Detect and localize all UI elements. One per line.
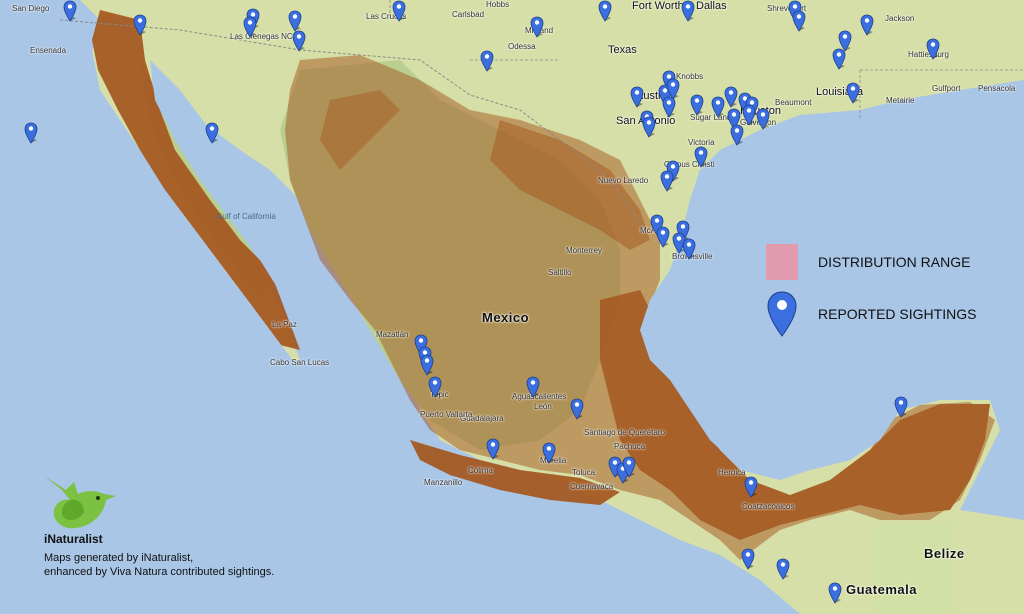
sighting-pin[interactable]	[756, 108, 770, 130]
sighting-pin[interactable]	[642, 116, 656, 138]
sighting-pin[interactable]	[428, 376, 442, 398]
map-label-queretaro: Santiago de Querétaro	[584, 428, 665, 437]
sighting-pin[interactable]	[828, 582, 842, 604]
map-label-saltillo: Saltillo	[548, 268, 572, 277]
sighting-pin[interactable]	[24, 122, 38, 144]
map-label-coatzacoalcos: Coatzacoalcos	[742, 502, 795, 511]
map-label-toluca: Toluca	[572, 468, 596, 477]
sighting-pin[interactable]	[846, 82, 860, 104]
sighting-pin[interactable]	[694, 146, 708, 168]
sighting-pin[interactable]	[570, 398, 584, 420]
inaturalist-name: iNaturalist	[44, 532, 103, 546]
map-label-puerto-vallarta: Puerto Vallarta	[420, 410, 473, 419]
sighting-pin[interactable]	[526, 376, 540, 398]
sighting-pin[interactable]	[682, 238, 696, 260]
map-label-cabo: Cabo San Lucas	[270, 358, 330, 367]
sighting-pin[interactable]	[662, 96, 676, 118]
sighting-pin[interactable]	[243, 16, 257, 38]
sighting-pin[interactable]	[530, 16, 544, 38]
sighting-pin[interactable]	[742, 104, 756, 126]
map-label-gulfport: Gulfport	[932, 84, 961, 93]
sighting-pin[interactable]	[292, 30, 306, 52]
sighting-pin[interactable]	[598, 0, 612, 22]
branding-line-1: Maps generated by iNaturalist,	[44, 552, 194, 564]
bird-icon	[44, 476, 116, 529]
map-label-guatemala: Guatemala	[846, 582, 917, 597]
map-label-colima: Colima	[468, 466, 493, 475]
map-label-la-paz: La Paz	[272, 320, 297, 329]
sighting-pin[interactable]	[711, 96, 725, 118]
map-label-san-diego: San Diego	[12, 4, 50, 13]
map-label-mazatlan: Mazatlán	[376, 330, 409, 339]
map-label-heroica: Heroica	[718, 468, 746, 477]
map-label-pachuca: Pachuca	[614, 442, 646, 451]
sighting-pin[interactable]	[542, 442, 556, 464]
inaturalist-branding: iNaturalist Maps generated by iNaturalis…	[40, 470, 320, 580]
sighting-pin[interactable]	[480, 50, 494, 72]
sighting-pin[interactable]	[860, 14, 874, 36]
sighting-pin[interactable]	[630, 86, 644, 108]
sighting-pin[interactable]	[741, 548, 755, 570]
sighting-pin[interactable]	[776, 558, 790, 580]
sighting-pin[interactable]	[894, 396, 908, 418]
map-label-mexico: Mexico	[482, 310, 530, 325]
map-viewport[interactable]: San Diego Ensenada Las Cienegas NCA Las …	[0, 0, 1024, 614]
sighting-pin[interactable]	[288, 10, 302, 32]
legend-distribution-label: DISTRIBUTION RANGE	[818, 254, 971, 270]
map-label-manzanillo: Manzanillo	[424, 478, 463, 487]
sighting-pin-icon	[767, 291, 797, 337]
sighting-pin[interactable]	[392, 0, 406, 22]
map-label-monterrey: Monterrey	[566, 246, 603, 255]
sighting-pin[interactable]	[205, 122, 219, 144]
map-label-fort-worth: Fort Worth	[632, 0, 684, 12]
sighting-pin[interactable]	[681, 0, 695, 22]
map-label-metairie: Metairie	[886, 96, 915, 105]
map-legend: DISTRIBUTION RANGE REPORTED SIGHTINGS	[766, 244, 1016, 344]
map-label-knobbs: Knobbs	[676, 72, 704, 81]
map-label-belize: Belize	[924, 546, 965, 561]
map-label-carlsbad: Carlsbad	[452, 10, 485, 19]
map-label-hobbs: Hobbs	[486, 0, 510, 9]
map-label-ensenada: Ensenada	[30, 46, 67, 55]
sighting-pin[interactable]	[926, 38, 940, 60]
map-label-jackson: Jackson	[885, 14, 915, 23]
sighting-pin[interactable]	[63, 0, 77, 22]
sighting-pin[interactable]	[744, 476, 758, 498]
sighting-pin[interactable]	[792, 10, 806, 32]
sighting-pin[interactable]	[486, 438, 500, 460]
branding-line-2: enhanced by Viva Natura contributed sigh…	[44, 566, 275, 578]
distribution-range-swatch	[766, 244, 798, 280]
legend-sightings-label: REPORTED SIGHTINGS	[818, 306, 977, 322]
map-label-nuevo-laredo: Nuevo Laredo	[598, 176, 649, 185]
map-label-gulf-of-california: Gulf of California	[216, 212, 276, 221]
map-label-odessa: Odessa	[508, 42, 536, 51]
sighting-pin[interactable]	[724, 86, 738, 108]
sighting-pin[interactable]	[420, 354, 434, 376]
sighting-pin[interactable]	[656, 226, 670, 248]
sighting-pin[interactable]	[730, 124, 744, 146]
map-label-cuernavaca: Cuernavaca	[570, 482, 614, 491]
map-label-pensacola: Pensacola	[978, 84, 1016, 93]
map-label-leon: León	[534, 402, 552, 411]
map-label-las-cienegas: Las Cienegas NCA	[230, 32, 299, 41]
sighting-pin[interactable]	[133, 14, 147, 36]
belize-land	[875, 522, 955, 614]
sighting-pin[interactable]	[622, 456, 636, 478]
sighting-pin[interactable]	[832, 48, 846, 70]
sighting-pin[interactable]	[690, 94, 704, 116]
map-label-dallas: Dallas	[696, 0, 727, 12]
map-label-texas: Texas	[608, 44, 637, 56]
map-label-beaumont: Beaumont	[775, 98, 812, 107]
sighting-pin[interactable]	[660, 170, 674, 192]
